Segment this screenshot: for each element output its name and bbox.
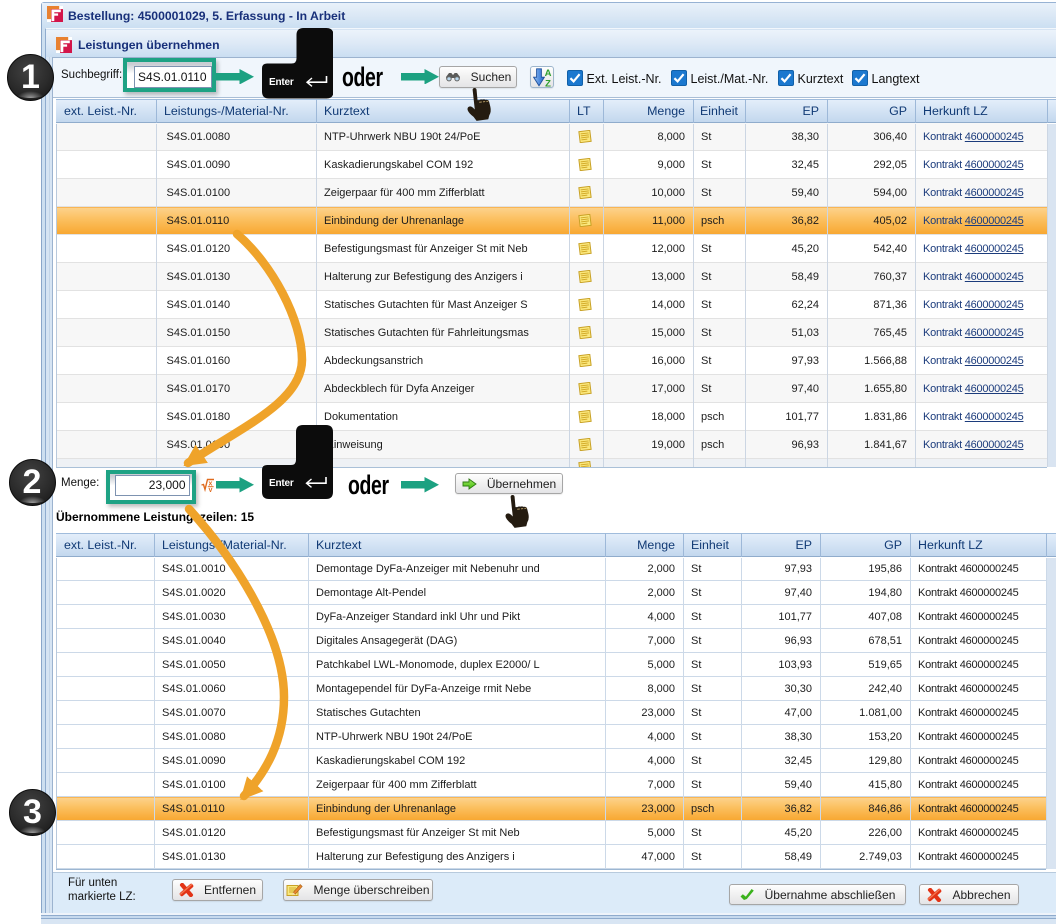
svg-text:Enter: Enter (269, 77, 294, 88)
svg-text:Z: Z (545, 78, 551, 87)
svg-text:A: A (544, 68, 551, 79)
svg-text:y: y (208, 487, 212, 492)
svg-text:Enter: Enter (269, 478, 294, 489)
